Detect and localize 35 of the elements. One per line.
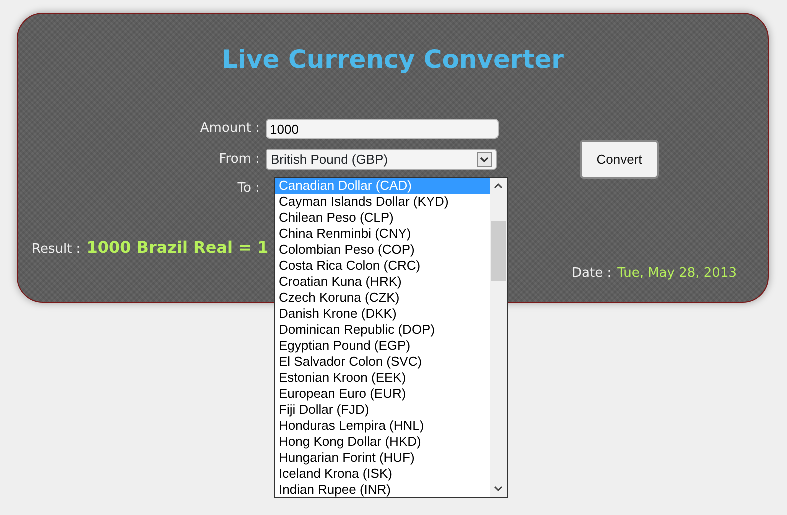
scroll-up-icon[interactable] <box>494 183 503 189</box>
dropdown-option[interactable]: Danish Krone (DKK) <box>275 306 490 322</box>
scrollbar[interactable] <box>490 178 507 497</box>
result-value: 1000 Brazil Real = 1 <box>86 237 269 259</box>
dropdown-option[interactable]: Croatian Kuna (HRK) <box>275 274 490 290</box>
dropdown-option[interactable]: Egyptian Pound (EGP) <box>275 338 490 354</box>
from-select[interactable]: British Pound (GBP) <box>266 149 497 170</box>
page-title: Live Currency Converter <box>221 44 565 76</box>
dropdown-option[interactable]: China Renminbi (CNY) <box>275 226 490 242</box>
dropdown-option[interactable]: Estonian Kroon (EEK) <box>275 370 490 386</box>
dropdown-option[interactable]: Chilean Peso (CLP) <box>275 210 490 226</box>
date-label: Date : <box>572 265 612 283</box>
dropdown-option[interactable]: Hong Kong Dollar (HKD) <box>275 434 490 450</box>
date-value: Tue, May 28, 2013 <box>618 265 737 283</box>
field-label: To : <box>236 180 261 198</box>
dropdown-list[interactable] <box>274 177 508 498</box>
convert-button[interactable]: Convert <box>580 140 659 179</box>
dropdown-option[interactable]: Honduras Lempira (HNL) <box>275 418 490 434</box>
dropdown-option[interactable]: El Salvador Colon (SVC) <box>275 354 490 370</box>
dropdown-option[interactable]: European Euro (EUR) <box>275 386 490 402</box>
dropdown-option[interactable]: Cayman Islands Dollar (KYD) <box>275 194 490 210</box>
dropdown-option[interactable]: Costa Rica Colon (CRC) <box>275 258 490 274</box>
dropdown-option[interactable]: Dominican Republic (DOP) <box>275 322 490 338</box>
field-label: From : <box>218 150 261 169</box>
dropdown-option[interactable]: Fiji Dollar (FJD) <box>275 402 490 418</box>
amount-field[interactable]: 1000 <box>266 119 499 139</box>
dropdown-option[interactable]: Czech Koruna (CZK) <box>275 290 490 306</box>
dropdown-option[interactable]: Colombian Peso (COP) <box>275 242 490 258</box>
field-label: Amount : <box>199 120 261 138</box>
dropdown-option[interactable]: Indian Rupee (INR) <box>275 482 490 498</box>
dropdown-option[interactable]: Iceland Krona (ISK) <box>275 466 490 482</box>
dropdown-option[interactable]: Hungarian Forint (HUF) <box>275 450 490 466</box>
result-label: Result : <box>32 241 81 259</box>
scroll-thumb[interactable] <box>491 221 506 281</box>
scroll-down-icon[interactable] <box>494 486 503 492</box>
